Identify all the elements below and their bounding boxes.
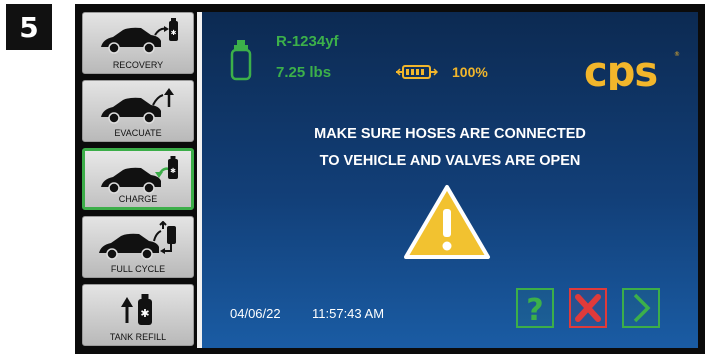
battery-icon <box>395 64 439 80</box>
sidebar-item-label: CHARGE <box>118 194 158 204</box>
sidebar-item-label: TANK REFILL <box>109 332 167 342</box>
x-icon <box>575 294 601 322</box>
chevron-right-icon <box>633 293 651 323</box>
step-number-badge: 5 <box>6 4 52 50</box>
cps-logo: cps ® <box>582 46 682 96</box>
refrigerant-weight: 7.25 lbs <box>276 64 332 81</box>
tank-refill-icon: ✱ <box>97 289 181 329</box>
refrigerant-tank-icon <box>230 39 252 81</box>
current-time: 11:57:43 AM <box>312 306 385 321</box>
sidebar-item-evacuate[interactable]: EVACUATE <box>82 80 194 142</box>
car-charge-icon: ✱ <box>99 155 183 195</box>
sidebar: ✱ RECOVERY EVACUATE ✱ CHARGE FULL CYCLE … <box>82 12 194 348</box>
car-full-cycle-icon <box>97 220 181 261</box>
svg-text:?: ? <box>526 293 543 326</box>
next-button[interactable] <box>622 288 660 328</box>
instruction-line-2: TO VEHICLE AND VALVES ARE OPEN <box>319 153 581 169</box>
svg-text:✱: ✱ <box>171 29 177 37</box>
svg-text:cps: cps <box>584 47 657 90</box>
sidebar-item-label: FULL CYCLE <box>110 264 166 274</box>
battery-percentage: 100% <box>452 64 488 80</box>
car-evacuate-icon <box>97 85 181 125</box>
sidebar-item-label: EVACUATE <box>114 128 162 138</box>
cancel-button[interactable] <box>569 288 607 328</box>
sidebar-item-recovery[interactable]: ✱ RECOVERY <box>82 12 194 74</box>
help-button[interactable]: ? <box>516 288 554 328</box>
warning-icon <box>402 183 492 261</box>
sidebar-item-full-cycle[interactable]: FULL CYCLE <box>82 216 194 278</box>
current-date: 04/06/22 <box>230 306 281 321</box>
refrigerant-type: R-1234yf <box>276 33 339 50</box>
car-recovery-icon: ✱ <box>97 17 181 57</box>
sidebar-item-charge[interactable]: ✱ CHARGE <box>82 148 194 210</box>
svg-text:✱: ✱ <box>170 167 176 175</box>
sidebar-item-tank-refill[interactable]: ✱ TANK REFILL <box>82 284 194 346</box>
sidebar-item-label: RECOVERY <box>112 60 164 70</box>
svg-text:®: ® <box>674 51 680 58</box>
question-icon: ? <box>526 293 543 326</box>
main-screen: R-1234yf 7.25 lbs 100% cps ® MAKE SURE H… <box>202 12 698 348</box>
svg-text:✱: ✱ <box>140 307 149 320</box>
instruction-line-1: MAKE SURE HOSES ARE CONNECTED <box>314 126 586 142</box>
